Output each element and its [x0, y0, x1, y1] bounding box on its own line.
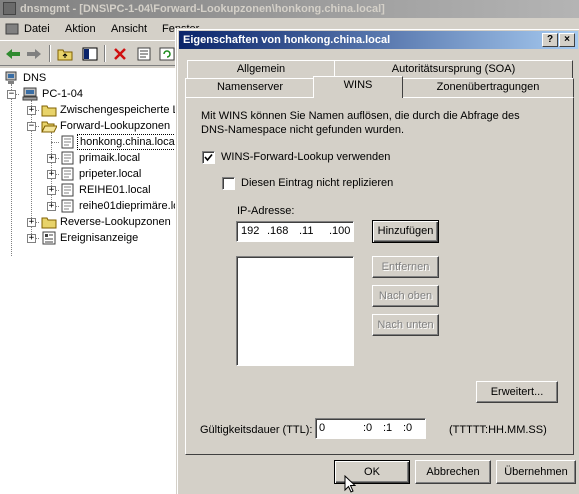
move-down-button[interactable]: Nach unten: [372, 314, 439, 336]
delete-button[interactable]: [110, 44, 130, 63]
close-button[interactable]: ×: [559, 33, 575, 47]
properties-icon: [137, 47, 151, 60]
description-line-2: DNS-Namespace nicht gefunden wurden.: [201, 124, 405, 136]
ttl-hours: :0: [363, 422, 373, 434]
up-level-button[interactable]: [55, 44, 75, 63]
forward-arrow-icon: [27, 48, 41, 59]
app-titlebar: dnsmgmt - [DNS\PC-1-04\Forward-Lookupzon…: [0, 0, 579, 18]
tab-zonenuebertragungen[interactable]: Zonenübertragungen: [402, 78, 574, 97]
folder-up-icon: [57, 49, 73, 60]
ttl-label: Gültigkeitsdauer (TTL):: [200, 424, 313, 436]
description-line-1: Mit WINS können Sie Namen auflösen, die …: [201, 110, 520, 122]
tree-item-reihe01[interactable]: + REIHE01.local: [0, 182, 180, 198]
zone-icon: [61, 135, 74, 149]
checkmark-icon: [204, 153, 213, 162]
menu-datei[interactable]: Datei: [24, 23, 50, 35]
back-arrow-icon: [6, 48, 20, 59]
tree-item-forward-zones[interactable]: − Forward-Lookupzonen: [0, 118, 180, 134]
use-wins-checkbox[interactable]: [202, 151, 215, 164]
dialog-title: Eigenschaften von honkong.china.local: [183, 34, 391, 46]
ip-octet-4: .100: [329, 225, 351, 237]
dns-app-icon: [3, 2, 16, 15]
expand-icon[interactable]: +: [47, 154, 56, 163]
back-button[interactable]: [3, 44, 23, 63]
zone-icon: [61, 199, 74, 213]
tree-item-reihe01dieprimaere[interactable]: + reihe01dieprimäre.lo: [0, 198, 180, 214]
tree-item-honkong[interactable]: honkong.china.local: [0, 134, 181, 150]
menu-aktion[interactable]: Aktion: [65, 23, 96, 35]
menu-ansicht[interactable]: Ansicht: [111, 23, 147, 35]
app-title: dnsmgmt - [DNS\PC-1-04\Forward-Lookupzon…: [20, 3, 385, 15]
wins-tab-panel: Mit WINS können Sie Namen auflösen, die …: [185, 97, 574, 455]
ip-octet-1: 192: [241, 225, 260, 237]
tab-namenserver[interactable]: Namenserver: [185, 78, 315, 97]
tree-item-reverse-zones[interactable]: + Reverse-Lookupzonen: [0, 214, 180, 230]
refresh-button[interactable]: [157, 44, 177, 63]
tree-item-event-viewer[interactable]: + Ereignisanzeige: [0, 230, 180, 246]
expand-icon[interactable]: +: [27, 218, 36, 227]
forward-button[interactable]: [24, 44, 44, 63]
expand-icon[interactable]: +: [27, 234, 36, 243]
no-replicate-checkbox[interactable]: [222, 177, 235, 190]
tree-item-pripeter[interactable]: + pripeter.local: [0, 166, 180, 182]
ip-address-label: IP-Adresse:: [237, 205, 295, 217]
add-button[interactable]: Hinzufügen: [372, 220, 439, 243]
ttl-format-hint: (TTTTT:HH.MM.SS): [449, 424, 547, 436]
zone-icon: [61, 167, 74, 181]
cancel-button[interactable]: Abbrechen: [415, 460, 491, 484]
ip-octet-2: .168: [267, 225, 289, 237]
ttl-seconds: :0: [403, 422, 413, 434]
ip-address-input[interactable]: 192 .168 .11 .100: [236, 221, 354, 242]
folder-icon: [41, 105, 57, 117]
expand-icon[interactable]: +: [47, 170, 56, 179]
ip-octet-3: .11: [299, 225, 314, 237]
mouse-cursor-icon: [344, 475, 356, 493]
help-button[interactable]: ?: [542, 33, 558, 47]
folder-icon: [41, 217, 57, 229]
tree-item-primaik[interactable]: + primaik.local: [0, 150, 180, 166]
dialog-titlebar[interactable]: Eigenschaften von honkong.china.local ? …: [179, 31, 578, 49]
tree-item-server[interactable]: − PC-1-04: [0, 86, 180, 102]
tree-pane-icon: [82, 47, 98, 60]
expand-icon[interactable]: +: [27, 106, 36, 115]
properties-dialog: Eigenschaften von honkong.china.local ? …: [176, 28, 579, 494]
apply-button[interactable]: Übernehmen: [496, 460, 576, 484]
menu-icon[interactable]: [5, 23, 19, 38]
use-wins-label[interactable]: WINS-Forward-Lookup verwenden: [221, 151, 390, 163]
zone-icon: [61, 151, 74, 165]
show-hide-tree-button[interactable]: [80, 44, 100, 63]
zone-icon: [61, 183, 74, 197]
remove-button[interactable]: Entfernen: [372, 256, 439, 278]
event-viewer-icon: [42, 231, 56, 245]
open-folder-icon: [41, 121, 57, 133]
advanced-button[interactable]: Erweitert...: [476, 381, 558, 403]
ttl-days: 0: [319, 422, 326, 434]
expand-icon[interactable]: +: [47, 202, 56, 211]
expand-icon[interactable]: +: [47, 186, 56, 195]
console-tree: DNS − PC-1-04 + Zwischengespeicherte Lo …: [0, 68, 182, 494]
no-replicate-label[interactable]: Diesen Eintrag nicht replizieren: [241, 177, 393, 189]
refresh-icon: [159, 47, 175, 60]
server-icon: [22, 87, 38, 101]
properties-button[interactable]: [134, 44, 154, 63]
tab-wins[interactable]: WINS: [313, 76, 403, 98]
move-up-button[interactable]: Nach oben: [372, 285, 439, 307]
delete-x-icon: [114, 47, 126, 60]
ttl-minutes: :1: [383, 422, 393, 434]
collapse-icon[interactable]: −: [7, 90, 16, 99]
collapse-icon[interactable]: −: [27, 122, 36, 131]
tree-item-cached[interactable]: + Zwischengespeicherte Lo: [0, 102, 181, 118]
ttl-input[interactable]: 0 :0 :1 :0: [315, 418, 426, 439]
dns-root-icon: [5, 71, 17, 84]
wins-server-list[interactable]: [236, 256, 354, 366]
